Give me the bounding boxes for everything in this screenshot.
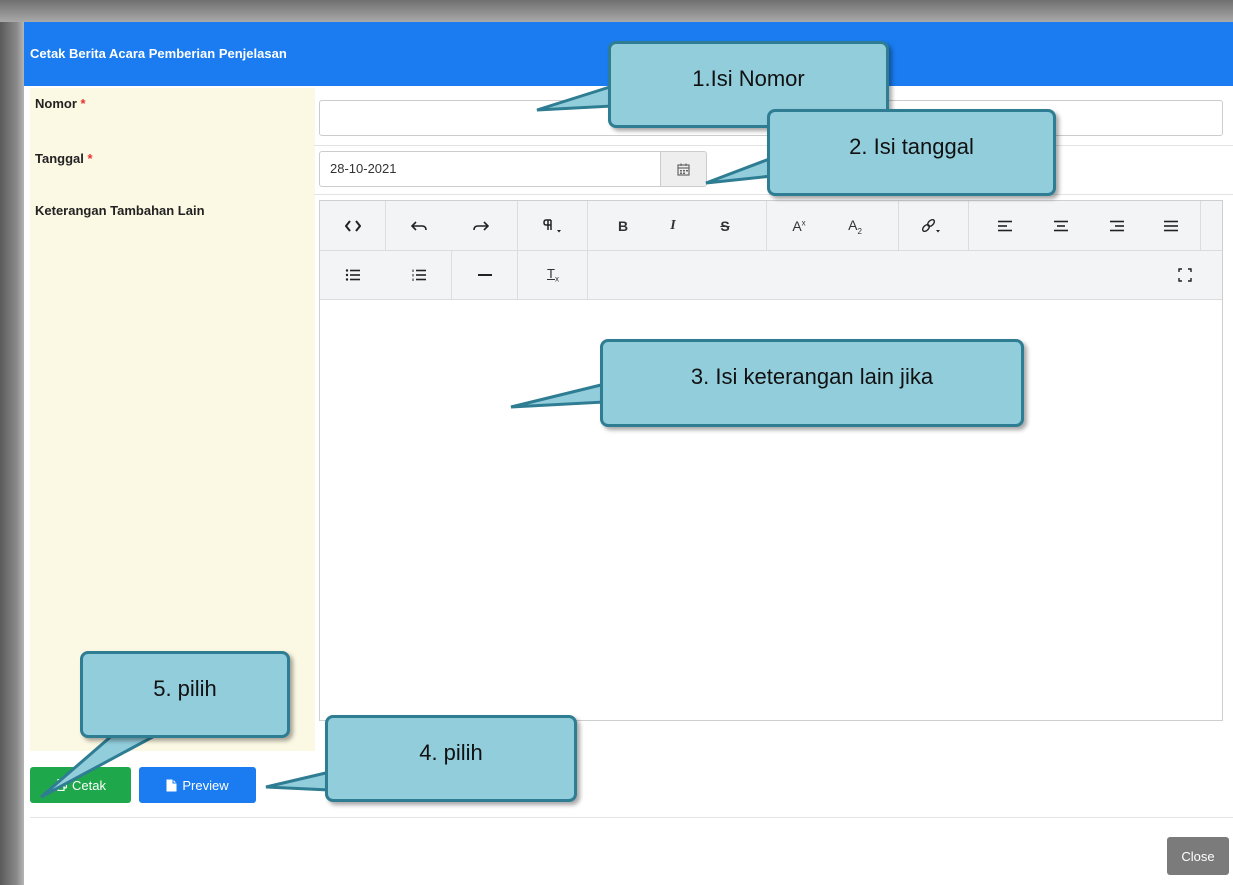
callout-4: 4. pilih	[325, 715, 577, 802]
callout-2: 2. Isi tanggal	[767, 109, 1056, 196]
callout-3: 3. Isi keterangan lain jika	[600, 339, 1024, 427]
callout-5: 5. pilih	[80, 651, 290, 738]
